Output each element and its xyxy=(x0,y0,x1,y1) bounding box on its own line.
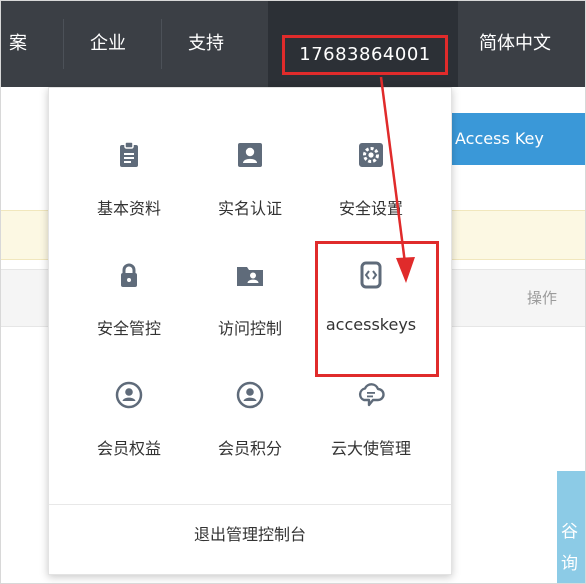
create-access-key-button[interactable]: Access Key xyxy=(449,113,585,165)
menu-item-label: 安全管控 xyxy=(96,319,161,338)
account-phone-highlight[interactable]: 17683864001 xyxy=(282,35,448,75)
accesskeys-highlight-box xyxy=(315,241,439,377)
nav-item-filing[interactable]: 案 xyxy=(9,1,27,87)
menu-item-label: 访问控制 xyxy=(217,319,282,338)
nav-divider xyxy=(161,19,162,69)
account-phone-number[interactable]: 17683864001 xyxy=(285,38,445,72)
logout-divider xyxy=(49,504,451,505)
side-widget-char: 谷 xyxy=(561,522,578,542)
menu-item-label: 基本资料 xyxy=(96,199,161,218)
menu-item-real-name-auth[interactable]: 实名认证 xyxy=(190,140,310,230)
screenshot-frame: Access Key 操作 谷 询 案 企业 支持 17683864001 简体… xyxy=(0,0,586,584)
nav-divider xyxy=(63,19,64,69)
menu-item-basic-info[interactable]: 基本资料 xyxy=(69,140,189,230)
folder-user-icon xyxy=(237,267,263,286)
menu-item-cloud-ambassador[interactable]: 云大使管理 xyxy=(311,380,431,470)
gear-icon xyxy=(359,143,383,167)
nav-item-language[interactable]: 简体中文 xyxy=(479,1,551,87)
menu-item-label: 云大使管理 xyxy=(330,439,411,458)
menu-item-label: 会员权益 xyxy=(96,439,161,458)
logout-console-link[interactable]: 退出管理控制台 xyxy=(49,518,451,552)
lock-icon xyxy=(121,263,137,287)
menu-item-label: 实名认证 xyxy=(217,199,282,218)
top-nav-bar: 案 企业 支持 17683864001 简体中文 xyxy=(1,1,585,87)
consult-side-widget[interactable]: 谷 询 xyxy=(557,471,585,583)
id-card-icon xyxy=(238,143,262,167)
menu-item-label: 会员积分 xyxy=(217,439,282,458)
menu-item-label: 安全设置 xyxy=(338,199,403,218)
menu-item-access-control[interactable]: 访问控制 xyxy=(190,260,310,350)
menu-item-member-benefits[interactable]: 会员权益 xyxy=(69,380,189,470)
user-circle-icon xyxy=(115,381,143,409)
side-widget-char: 询 xyxy=(561,554,578,574)
nav-item-support[interactable]: 支持 xyxy=(188,1,224,87)
cloud-chat-icon xyxy=(358,383,385,407)
menu-item-security-settings[interactable]: 安全设置 xyxy=(311,140,431,230)
clipboard-icon xyxy=(120,141,138,167)
user-circle-icon xyxy=(236,381,264,409)
menu-item-security-control[interactable]: 安全管控 xyxy=(69,260,189,350)
menu-item-member-points[interactable]: 会员积分 xyxy=(190,380,310,470)
table-header-action: 操作 xyxy=(526,289,557,307)
nav-item-enterprise[interactable]: 企业 xyxy=(90,1,126,87)
